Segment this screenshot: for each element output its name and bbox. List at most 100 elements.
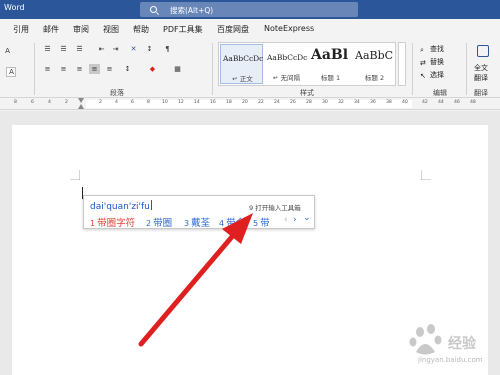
style-preview: AaBbCcDc: [267, 53, 308, 62]
sort-icon[interactable]: ↕: [144, 44, 155, 54]
hanging-indent-marker[interactable]: [78, 104, 84, 109]
tab-references[interactable]: 引用: [13, 24, 29, 35]
ime-toolbox-hint[interactable]: 9 打开输入工具箱: [249, 202, 301, 212]
clear-format-icon[interactable]: A: [2, 46, 13, 56]
find-button[interactable]: ⌕ 查找: [420, 44, 444, 54]
search-box[interactable]: 搜索(Alt+Q): [140, 2, 358, 17]
style-no-spacing[interactable]: AaBbCcDc ↵ 无间隔: [265, 44, 308, 84]
ime-candidate-4[interactable]: 4 带全: [219, 215, 245, 229]
candidate-text: 带圈字符: [97, 218, 136, 229]
ime-cursor: [150, 200, 152, 210]
ime-composition-value: dai'quan'zi'fu: [90, 202, 150, 212]
ribbon-tab-bar: 引用 邮件 审阅 视图 帮助 PDF工具集 百度网盘 NoteExpress: [0, 19, 500, 39]
style-name: 标题 1: [320, 74, 341, 82]
style-heading-2[interactable]: AaBbC 标题 2: [353, 44, 396, 84]
translate-label-line2: 翻译: [474, 74, 488, 82]
replace-icon: ⇄: [420, 59, 426, 67]
align-center-icon[interactable]: ≡: [58, 64, 69, 74]
style-name: ↵ 正文: [232, 75, 253, 83]
replace-button[interactable]: ⇄ 替换: [420, 57, 444, 67]
ruler-tick: 18: [226, 100, 232, 105]
ruler-tick: 8: [14, 100, 17, 105]
chinese-layout-icon[interactable]: ✕: [128, 44, 139, 54]
ruler-tick: 48: [470, 100, 476, 105]
ruler-tick: 22: [258, 100, 264, 105]
ruler-tick: 44: [438, 100, 444, 105]
tab-help[interactable]: 帮助: [133, 24, 149, 35]
line-spacing-icon[interactable]: ↕: [122, 64, 133, 74]
candidate-text: 带圈: [153, 218, 173, 229]
candidate-number: 4: [219, 219, 225, 228]
find-icon: ⌕: [420, 46, 424, 54]
style-name: ↵ 无间隔: [272, 74, 300, 82]
styles-gallery: AaBbCcDc ↵ 正文 AaBbCcDc ↵ 无间隔 AaBl 标题 1 A…: [218, 42, 396, 86]
ruler-tick: 10: [162, 100, 168, 105]
numbering-icon[interactable]: ☰: [58, 44, 69, 54]
ruler-tick: 26: [290, 100, 296, 105]
candidate-number: 3: [184, 219, 190, 228]
ribbon: A A ☰ ☰ ☰ ⇤ ⇥ ✕ ↕ ¶ ≡ ≡ ≡ ≡ ≡ ↕ ◆ ▦ 段落 A…: [0, 39, 500, 98]
tab-noteexpress[interactable]: NoteExpress: [264, 24, 314, 33]
ime-next-page-icon[interactable]: ›: [293, 215, 297, 225]
show-marks-icon[interactable]: ¶: [162, 44, 173, 54]
ruler-tick: 40: [402, 100, 408, 105]
multilevel-list-icon[interactable]: ☰: [74, 44, 85, 54]
select-button[interactable]: ↖ 选择: [420, 70, 444, 80]
ruler-tick: 28: [306, 100, 312, 105]
ruler-tick: 42: [422, 100, 428, 105]
ime-candidate-2[interactable]: 2 带圈: [146, 215, 172, 229]
tab-review[interactable]: 审阅: [73, 24, 89, 35]
borders-icon[interactable]: ▦: [172, 64, 183, 74]
shading-icon[interactable]: ◆: [147, 64, 158, 74]
baidu-paw-logo: 经验: [409, 324, 477, 355]
group-separator: [412, 43, 413, 95]
align-right-icon[interactable]: ≡: [74, 64, 85, 74]
ime-expand-icon[interactable]: ⌄: [303, 213, 311, 223]
ruler-tick: 34: [354, 100, 360, 105]
style-heading-1[interactable]: AaBl 标题 1: [309, 44, 352, 84]
tab-view[interactable]: 视图: [103, 24, 119, 35]
watermark-url: jingyan.baidu.com: [418, 356, 483, 364]
top-left-margin-mark: [70, 170, 80, 180]
ime-candidate-3[interactable]: 3 戴荃: [184, 215, 210, 229]
title-bar: Word 搜索(Alt+Q): [0, 0, 500, 19]
tab-baidu-netdisk[interactable]: 百度网盘: [217, 24, 249, 35]
group-label-editing: 编辑: [433, 89, 447, 97]
horizontal-ruler[interactable]: 8 6 4 2 2 4 6 8 10 12 14 16 18 20 22 24 …: [0, 98, 500, 110]
tab-mailings[interactable]: 邮件: [43, 24, 59, 35]
find-label: 查找: [430, 45, 444, 53]
ime-candidate-1[interactable]: 1 带圈字符: [90, 215, 135, 229]
ime-candidate-window[interactable]: dai'quan'zi'fu 9 打开输入工具箱 1 带圈字符 2 带圈 3 戴荃 4…: [83, 195, 315, 229]
increase-indent-icon[interactable]: ⇥: [110, 44, 121, 54]
baidu-jingyan-watermark: 经验 jingyan.baidu.com: [398, 322, 498, 372]
tab-pdf-tools[interactable]: PDF工具集: [163, 24, 203, 35]
style-preview: AaBl: [311, 47, 349, 63]
search-label: 搜索(Alt+Q): [170, 6, 214, 15]
distributed-icon[interactable]: ≡: [104, 64, 115, 74]
bullets-icon[interactable]: ☰: [42, 44, 53, 54]
ruler-tick: 6: [131, 100, 134, 105]
group-separator: [212, 43, 213, 95]
app-name: Word: [4, 3, 25, 12]
ime-prev-page-icon[interactable]: ‹: [284, 215, 288, 225]
style-normal[interactable]: AaBbCcDc ↵ 正文: [220, 44, 263, 84]
style-preview: AaBbCcDc: [223, 54, 264, 63]
ruler-tick: 24: [274, 100, 280, 105]
group-separator: [466, 43, 467, 95]
ruler-tick: 8: [147, 100, 150, 105]
decrease-indent-icon[interactable]: ⇤: [96, 44, 107, 54]
ruler-tick: 38: [386, 100, 392, 105]
styles-gallery-scroll[interactable]: [398, 42, 406, 86]
first-line-indent-marker[interactable]: [78, 98, 84, 103]
justify-icon[interactable]: ≡: [89, 64, 100, 74]
candidate-text: 带全: [226, 218, 246, 229]
group-label-translate: 翻译: [474, 89, 488, 97]
style-name: 标题 2: [364, 74, 385, 82]
ime-candidate-5[interactable]: 5带: [253, 215, 270, 229]
full-text-translate-button[interactable]: 全文 翻译: [470, 43, 498, 83]
style-preview: AaBbC: [355, 49, 394, 62]
ruler-tick: 2: [65, 100, 68, 105]
ruler-tick: 30: [322, 100, 328, 105]
ruler-tick: 14: [194, 100, 200, 105]
align-left-icon[interactable]: ≡: [42, 64, 53, 74]
